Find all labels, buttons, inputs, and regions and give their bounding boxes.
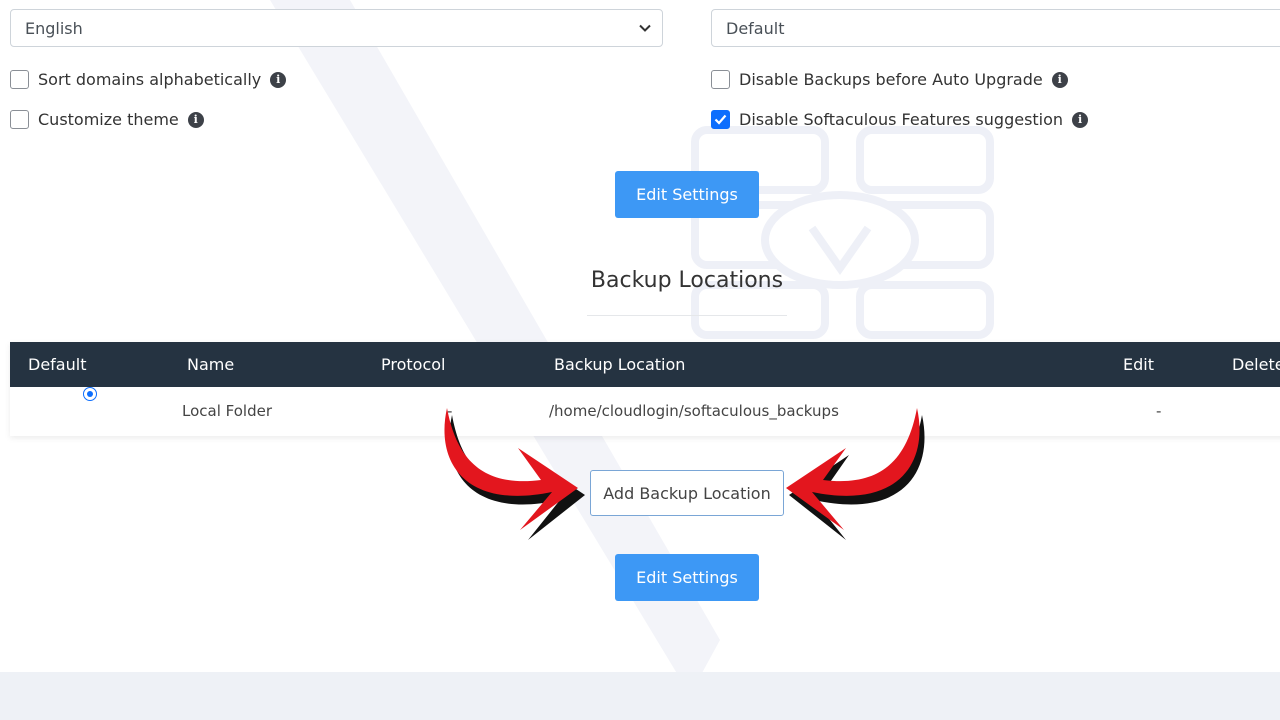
disable-suggestions-label: Disable Softaculous Features suggestion	[739, 110, 1064, 129]
info-icon[interactable]: i	[270, 71, 287, 88]
customize-theme-checkbox[interactable]	[10, 110, 29, 129]
row-name: Local Folder	[182, 402, 272, 420]
disable-backups-checkbox[interactable]	[711, 70, 730, 89]
add-backup-location-button[interactable]: Add Backup Location	[590, 470, 784, 516]
column-name: Name	[187, 355, 235, 374]
disable-backups-option: Disable Backups before Auto Upgrade i	[711, 70, 1068, 89]
disable-backups-label: Disable Backups before Auto Upgrade	[739, 70, 1043, 89]
column-backup-location: Backup Location	[554, 355, 686, 374]
checkmark-icon	[714, 114, 727, 125]
language-select[interactable]: English	[10, 9, 663, 47]
sort-domains-label: Sort domains alphabetically	[38, 70, 262, 89]
theme-select[interactable]: Default	[711, 9, 1280, 47]
info-icon[interactable]: i	[1072, 111, 1089, 128]
info-icon[interactable]: i	[1051, 71, 1068, 88]
customize-theme-label: Customize theme	[38, 110, 179, 129]
backup-locations-table: Default Name Protocol Backup Location Ed…	[10, 342, 1280, 436]
column-delete: Delete	[1232, 355, 1280, 374]
disable-suggestions-checkbox[interactable]	[711, 110, 730, 129]
row-edit[interactable]: -	[1156, 387, 1161, 436]
edit-settings-button-bottom[interactable]: Edit Settings	[615, 554, 759, 601]
table-row: Local Folder - /home/cloudlogin/softacul…	[10, 387, 1280, 436]
sort-domains-checkbox[interactable]	[10, 70, 29, 89]
settings-panel: English Default Sort domains alphabetica…	[0, 0, 1280, 672]
language-select-value: English	[25, 18, 83, 38]
row-protocol: -	[447, 402, 453, 420]
column-protocol: Protocol	[381, 355, 446, 374]
backup-locations-title: Backup Locations	[590, 268, 784, 293]
edit-settings-button[interactable]: Edit Settings	[615, 171, 759, 218]
column-edit: Edit	[1123, 355, 1154, 374]
default-location-radio[interactable]	[83, 387, 97, 401]
table-header: Default Name Protocol Backup Location Ed…	[10, 342, 1280, 387]
section-divider	[587, 315, 787, 316]
row-backup-location: /home/cloudlogin/softaculous_backups	[549, 402, 839, 420]
column-default: Default	[28, 355, 87, 374]
sort-domains-option: Sort domains alphabetically i	[10, 70, 287, 89]
disable-suggestions-option: Disable Softaculous Features suggestion …	[711, 110, 1089, 129]
theme-select-value: Default	[726, 18, 785, 38]
info-icon[interactable]: i	[187, 111, 204, 128]
chevron-down-icon	[639, 24, 651, 32]
customize-theme-option: Customize theme i	[10, 110, 204, 129]
